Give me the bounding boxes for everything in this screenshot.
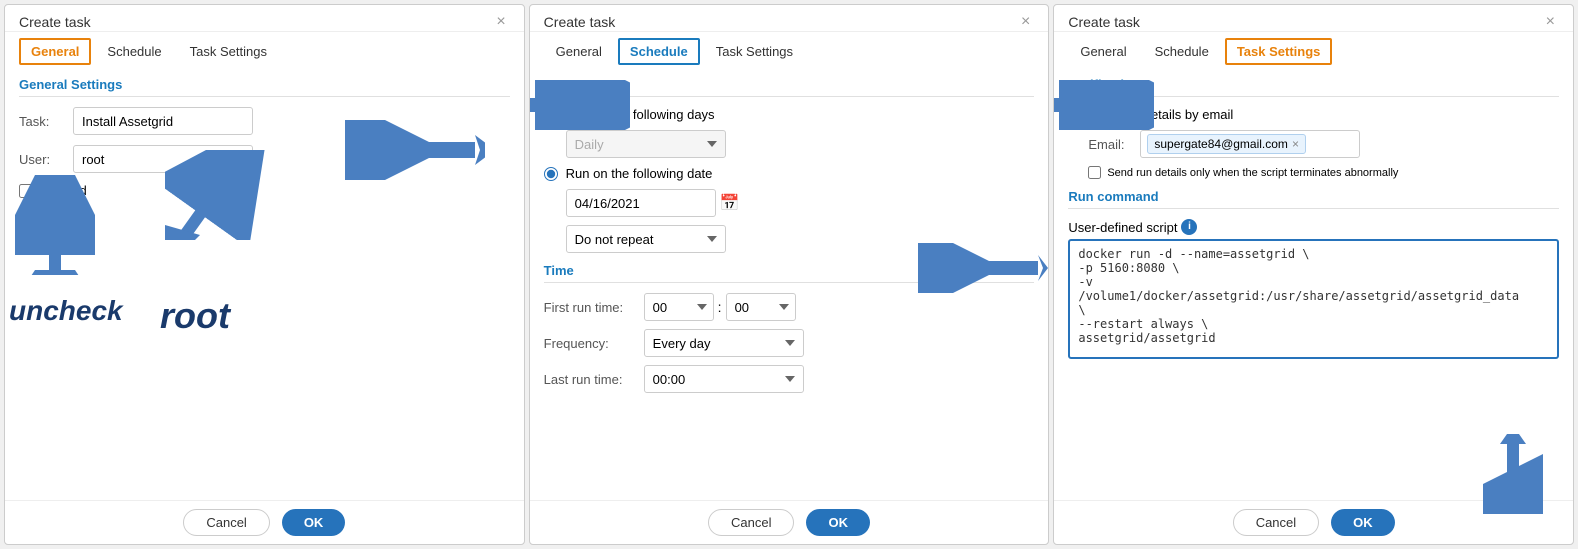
- first-run-row: First run time: 00 : 00: [544, 293, 1035, 321]
- last-run-label: Last run time:: [544, 372, 644, 387]
- script-textarea[interactable]: docker run -d --name=assetgrid \ -p 5160…: [1068, 239, 1559, 359]
- first-run-label: First run time:: [544, 300, 644, 315]
- dialog-1-title: Create task: [19, 14, 91, 30]
- dialog-3-tabs: General Schedule Task Settings: [1054, 32, 1573, 65]
- cancel-button-3[interactable]: Cancel: [1233, 509, 1319, 536]
- dialog-2-header: Create task ×: [530, 5, 1049, 32]
- cancel-button-1[interactable]: Cancel: [183, 509, 269, 536]
- first-run-hh[interactable]: 00: [644, 293, 714, 321]
- last-run-select[interactable]: 00:00: [644, 365, 804, 393]
- task-label: Task:: [19, 114, 65, 129]
- time-section-title: Time: [544, 263, 1035, 283]
- frequency-row: Frequency: Every day: [544, 329, 1035, 357]
- dialog-1-tabs: General Schedule Task Settings: [5, 32, 524, 65]
- ok-button-3[interactable]: OK: [1331, 509, 1395, 536]
- dialog-2-close[interactable]: ×: [1017, 13, 1034, 31]
- run-command-title: Run command: [1068, 189, 1559, 209]
- send-email-label: Send run details by email: [1087, 107, 1233, 122]
- run-date-label: Run on the following date: [566, 166, 713, 181]
- last-run-row: Last run time: 00:00: [544, 365, 1035, 393]
- email-tag-value: supergate84@gmail.com: [1154, 137, 1288, 151]
- email-input-wrap: supergate84@gmail.com ×: [1140, 130, 1360, 158]
- date-input-wrap: 📅: [566, 189, 1035, 217]
- dialog-1-header: Create task ×: [5, 5, 524, 32]
- tab-tasksettings-3[interactable]: Task Settings: [1225, 38, 1333, 65]
- abnormal-row: Send run details only when the script te…: [1088, 166, 1559, 179]
- dialog-3-body: Notification Send run details by email E…: [1054, 65, 1573, 500]
- ok-button-2[interactable]: OK: [806, 509, 870, 536]
- info-icon: i: [1181, 219, 1197, 235]
- dialog-2-footer: Cancel OK: [530, 500, 1049, 544]
- dialog-3-header: Create task ×: [1054, 5, 1573, 32]
- email-tag-remove[interactable]: ×: [1292, 137, 1299, 151]
- run-days-label: Run on the following days: [566, 107, 715, 122]
- email-row: Email: supergate84@gmail.com ×: [1088, 130, 1559, 158]
- abnormal-checkbox[interactable]: [1088, 166, 1101, 179]
- dialog-3-title: Create task: [1068, 14, 1140, 30]
- tab-tasksettings-1[interactable]: Task Settings: [178, 38, 279, 65]
- date-input[interactable]: [566, 189, 716, 217]
- script-label: User-defined script: [1068, 220, 1177, 235]
- send-email-row: Send run details by email: [1068, 107, 1559, 122]
- run-date-radio[interactable]: [544, 167, 558, 181]
- dialog-2: Create task × General Schedule Task Sett…: [529, 4, 1050, 545]
- send-email-checkbox[interactable]: [1068, 108, 1081, 121]
- dialog-2-title: Create task: [544, 14, 616, 30]
- enabled-checkbox[interactable]: [19, 184, 33, 198]
- dialog-1-footer: Cancel OK: [5, 500, 524, 544]
- user-select[interactable]: root: [73, 145, 253, 173]
- dialog-2-body: Date Run on the following days Daily Run…: [530, 65, 1049, 500]
- task-row: Task:: [19, 107, 510, 135]
- email-label: Email:: [1088, 137, 1134, 152]
- daily-select[interactable]: Daily: [566, 130, 726, 158]
- tab-schedule-1[interactable]: Schedule: [95, 38, 173, 65]
- enabled-row: Enabled: [19, 183, 510, 198]
- task-input[interactable]: [73, 107, 253, 135]
- colon-1: :: [714, 299, 726, 315]
- general-settings-title: General Settings: [19, 77, 510, 97]
- enabled-label: Enabled: [39, 183, 87, 198]
- email-tag: supergate84@gmail.com ×: [1147, 134, 1306, 154]
- user-row: User: root: [19, 145, 510, 173]
- calendar-icon[interactable]: 📅: [720, 193, 740, 213]
- run-following-days-row: Run on the following days: [544, 107, 1035, 122]
- frequency-label: Frequency:: [544, 336, 644, 351]
- tab-general-2[interactable]: General: [544, 38, 614, 65]
- run-days-radio[interactable]: [544, 108, 558, 122]
- dialog-3-close[interactable]: ×: [1542, 13, 1559, 31]
- first-run-mm[interactable]: 00: [726, 293, 796, 321]
- dialog-1: Create task × General Schedule Task Sett…: [4, 4, 525, 545]
- tab-tasksettings-2[interactable]: Task Settings: [704, 38, 805, 65]
- ok-button-1[interactable]: OK: [282, 509, 346, 536]
- dialog-1-close[interactable]: ×: [492, 13, 509, 31]
- tab-schedule-2[interactable]: Schedule: [618, 38, 700, 65]
- abnormal-label: Send run details only when the script te…: [1107, 167, 1398, 179]
- date-section-title: Date: [544, 77, 1035, 97]
- dialog-1-body: General Settings Task: User: root Enable…: [5, 65, 524, 500]
- tab-schedule-3[interactable]: Schedule: [1143, 38, 1221, 65]
- frequency-select[interactable]: Every day: [644, 329, 804, 357]
- repeat-select[interactable]: Do not repeat: [566, 225, 726, 253]
- dialog-2-tabs: General Schedule Task Settings: [530, 32, 1049, 65]
- tab-general-1[interactable]: General: [19, 38, 91, 65]
- notification-title: Notification: [1068, 77, 1559, 97]
- dialog-3: Create task × General Schedule Task Sett…: [1053, 4, 1574, 545]
- cancel-button-2[interactable]: Cancel: [708, 509, 794, 536]
- run-following-date-row: Run on the following date: [544, 166, 1035, 181]
- dialog-3-footer: Cancel OK: [1054, 500, 1573, 544]
- tab-general-3[interactable]: General: [1068, 38, 1138, 65]
- user-label: User:: [19, 152, 65, 167]
